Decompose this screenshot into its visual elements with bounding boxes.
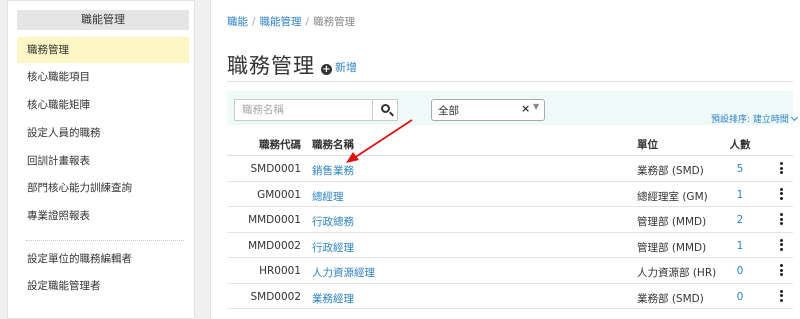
search-icon — [381, 104, 390, 113]
header-count: 人數 — [729, 139, 751, 151]
job-name-link[interactable]: 業務經理 — [312, 291, 354, 306]
job-name-link[interactable]: 銷售業務 — [312, 163, 354, 178]
sidebar-item-license-report[interactable]: 專業證照報表 — [17, 203, 189, 229]
table-row: SMD0002 業務經理 業務部 (SMD) 0 — [227, 284, 793, 309]
table-row: HR0001 人力資源經理 人力資源部 (HR) 0 — [227, 258, 793, 284]
table-row: MMD0002 行政經理 管理部 (MMD) 1 — [227, 233, 793, 258]
main-panel: 職能/職能管理/職務管理 職務管理 +新增 全部 × ▼ 預設排序: 建立時間 … — [210, 0, 800, 319]
job-unit: 業務部 (SMD) — [637, 165, 704, 177]
chevron-down-icon — [790, 113, 798, 122]
sidebar-item-assign-staff-jobs[interactable]: 設定人員的職務 — [17, 120, 189, 146]
job-count-link[interactable]: 2 — [727, 214, 753, 226]
table-row: MMD0001 行政總務 管理部 (MMD) 2 — [227, 207, 793, 233]
title-divider — [227, 81, 793, 82]
jobs-table: 職務代碼 職務名稱 單位 人數 SMD0001 銷售業務 業務部 (SMD) 5… — [227, 131, 793, 309]
job-code: HR0001 — [259, 265, 301, 277]
sidebar-title: 職能管理 — [17, 10, 189, 30]
job-count-link[interactable]: 1 — [727, 240, 753, 252]
kebab-menu-icon[interactable] — [778, 162, 784, 176]
unit-select[interactable]: 全部 × ▼ — [431, 99, 545, 121]
kebab-menu-icon[interactable] — [778, 238, 784, 253]
kebab-menu-icon[interactable] — [778, 213, 784, 227]
table-row: GM0001 總經理 總經理室 (GM) 1 — [227, 182, 793, 207]
kebab-menu-icon[interactable] — [778, 289, 784, 304]
job-code: SMD0001 — [250, 163, 301, 175]
job-name-link[interactable]: 行政總務 — [312, 214, 354, 229]
job-code: MMD0001 — [248, 214, 301, 226]
job-count-link[interactable]: 5 — [727, 163, 753, 175]
dropdown-caret-icon: ▼ — [533, 102, 540, 111]
sidebar-item-unit-job-editors[interactable]: 設定單位的職務編輯者 — [17, 246, 189, 272]
breadcrumb-current: 職務管理 — [313, 16, 356, 28]
breadcrumb-competency-management[interactable]: 職能管理 — [260, 16, 302, 28]
breadcrumb-competency[interactable]: 職能 — [227, 16, 248, 28]
header-unit: 單位 — [637, 139, 658, 151]
sidebar: 職能管理 職務管理 核心職能項目 核心職能矩陣 設定人員的職務 回訓計畫報表 部… — [7, 0, 195, 319]
kebab-menu-icon[interactable] — [778, 187, 784, 202]
sidebar-item-job-management[interactable]: 職務管理 — [17, 37, 189, 63]
job-code: GM0001 — [257, 188, 301, 201]
table-row: SMD0001 銷售業務 業務部 (SMD) 5 — [227, 156, 793, 182]
job-count-link[interactable]: 1 — [727, 189, 753, 201]
header-job-code: 職務代碼 — [259, 139, 301, 151]
sidebar-divider — [26, 240, 184, 241]
plus-circle-icon: + — [321, 64, 332, 75]
breadcrumb: 職能 / 職能管理 / 職務管理 — [227, 16, 356, 28]
job-code: MMD0002 — [248, 239, 301, 252]
sidebar-item-dept-training-query[interactable]: 部門核心能力訓練查詢 — [17, 175, 189, 201]
job-name-link[interactable]: 人力資源經理 — [312, 265, 375, 280]
search-input[interactable] — [234, 99, 372, 121]
job-unit: 業務部 (SMD) — [637, 292, 704, 305]
job-unit: 總經理室 (GM) — [637, 190, 708, 203]
sidebar-item-competency-admins[interactable]: 設定職能管理者 — [17, 273, 189, 299]
sidebar-item-core-competency-matrix[interactable]: 核心職能矩陣 — [17, 92, 189, 118]
job-code: SMD0002 — [250, 290, 301, 303]
kebab-menu-icon[interactable] — [778, 264, 784, 278]
unit-select-value: 全部 — [438, 105, 459, 117]
clear-selection-icon[interactable]: × — [521, 102, 530, 115]
add-button-label: 新增 — [335, 61, 357, 74]
job-count-link[interactable]: 0 — [727, 265, 753, 277]
search-button[interactable] — [372, 99, 398, 121]
sort-label: 預設排序: 建立時間 — [711, 115, 789, 125]
header-job-name: 職務名稱 — [312, 139, 354, 151]
table-header: 職務代碼 職務名稱 單位 人數 — [227, 131, 793, 156]
job-count-link[interactable]: 0 — [727, 291, 753, 303]
filter-bar: 全部 × ▼ 預設排序: 建立時間 — [227, 91, 798, 125]
sidebar-item-retraining-report[interactable]: 回訓計畫報表 — [17, 148, 189, 174]
job-unit: 管理部 (MMD) — [637, 216, 707, 228]
job-name-link[interactable]: 總經理 — [312, 189, 344, 204]
job-unit: 管理部 (MMD) — [637, 241, 707, 254]
page-title: 職務管理 — [227, 54, 315, 78]
add-button[interactable]: + 新增 — [321, 59, 357, 75]
job-name-link[interactable]: 行政經理 — [312, 240, 354, 255]
sort-dropdown[interactable]: 預設排序: 建立時間 — [711, 112, 798, 125]
sidebar-item-core-competency-items[interactable]: 核心職能項目 — [17, 64, 189, 90]
job-unit: 人力資源部 (HR) — [637, 267, 717, 279]
